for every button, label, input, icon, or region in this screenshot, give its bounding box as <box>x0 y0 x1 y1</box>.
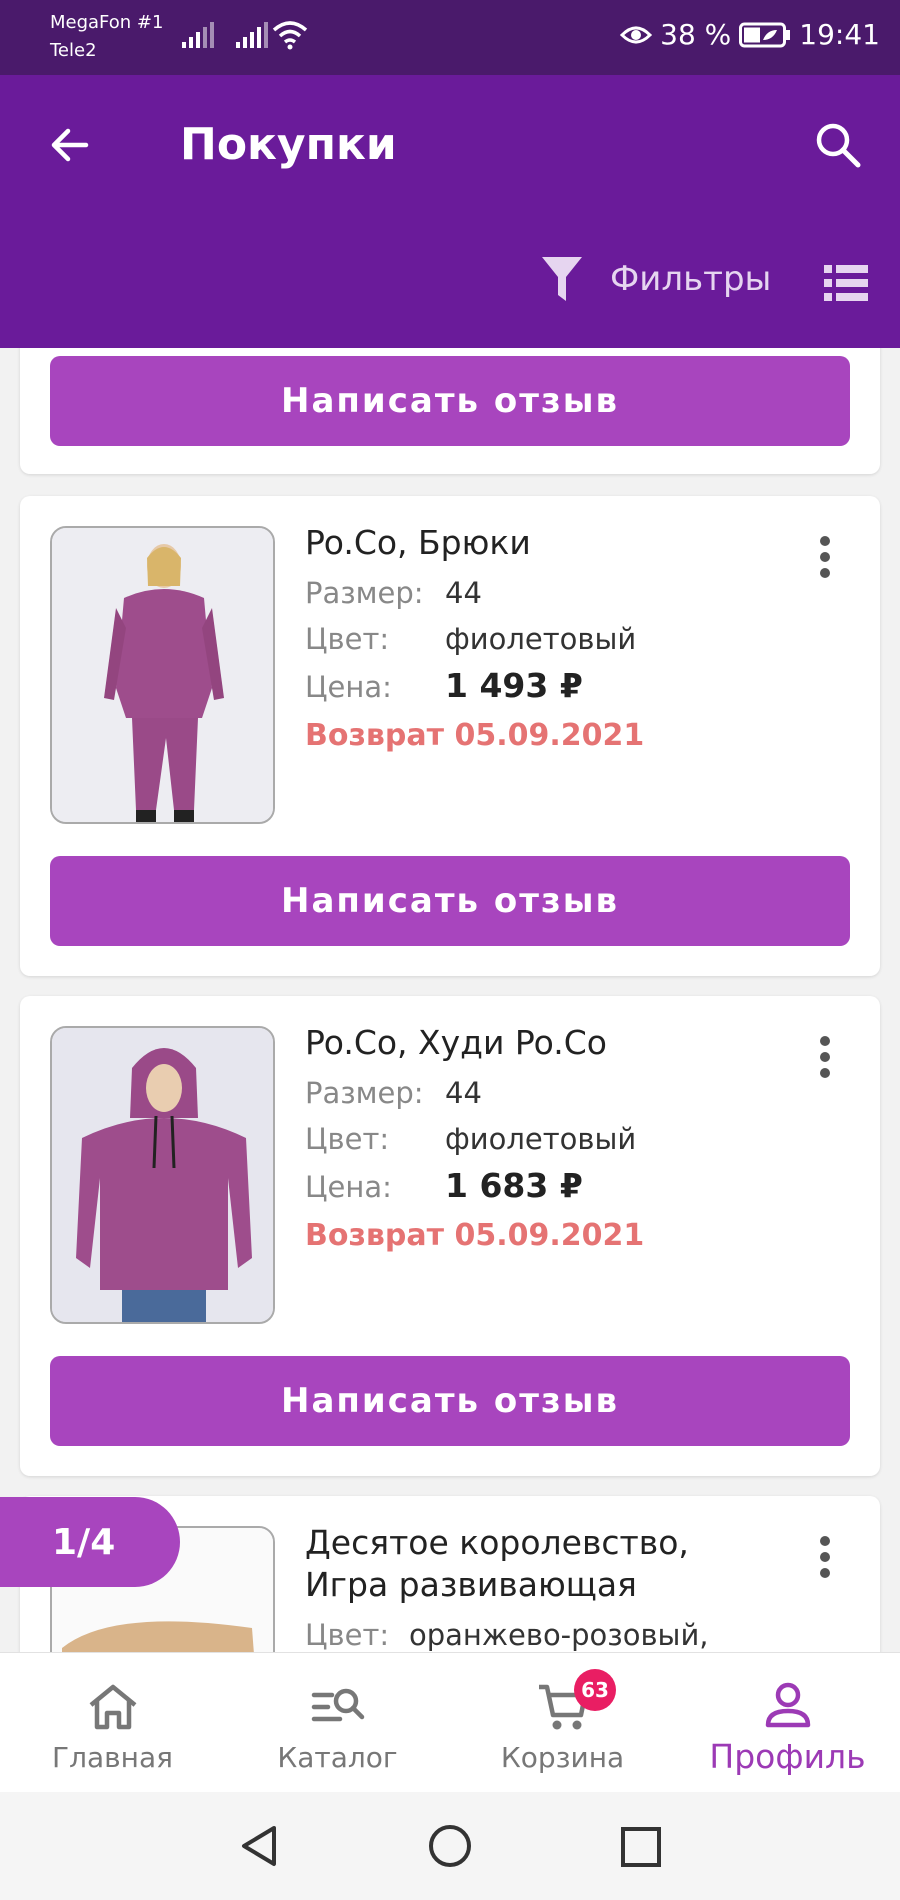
battery-icon <box>739 22 791 47</box>
return-date: Возврат 05.09.2021 <box>305 718 645 753</box>
size-value: 44 <box>445 1076 482 1110</box>
color-row: Цвет: фиолетовый <box>305 622 636 656</box>
filters-button[interactable]: Фильтры <box>540 255 771 303</box>
price-value: 1 683 ₽ <box>445 1166 583 1205</box>
nav-home-label: Главная <box>52 1741 173 1774</box>
price-row: Цена: 1 493 ₽ <box>305 666 583 705</box>
eye-icon <box>620 26 653 43</box>
filter-icon <box>542 257 582 301</box>
hoodie-photo <box>52 1028 273 1322</box>
color-row: Цвет: фиолетовый <box>305 1122 636 1156</box>
product-title[interactable]: Po.Co, Брюки <box>305 522 531 564</box>
system-home-icon[interactable] <box>428 1824 472 1868</box>
signal-icon <box>182 22 214 48</box>
list-view-icon[interactable] <box>824 263 868 303</box>
color-value: фиолетовый <box>445 1122 637 1156</box>
purchase-card: Написать отзыв <box>20 348 880 474</box>
color-value: фиолетовый <box>445 622 637 656</box>
color-label: Цвет: <box>305 622 390 656</box>
nav-catalog[interactable]: Каталог <box>225 1653 450 1793</box>
color-value: оранжево-розовый, <box>409 1618 709 1652</box>
price-label: Цена: <box>305 670 392 704</box>
battery-percent: 38 % <box>660 18 732 51</box>
write-review-button[interactable]: Написать отзыв <box>50 1356 850 1446</box>
price-row: Цена: 1 683 ₽ <box>305 1166 583 1205</box>
cart-count-badge: 63 <box>574 1669 616 1711</box>
back-arrow-icon[interactable] <box>46 121 94 169</box>
pants-photo <box>52 528 273 822</box>
more-options-icon[interactable] <box>818 536 832 578</box>
catalog-search-icon <box>311 1688 365 1722</box>
size-row: Размер: 44 <box>305 576 482 610</box>
page-title: Покупки <box>180 119 397 170</box>
search-icon[interactable] <box>812 119 864 171</box>
profile-icon <box>765 1682 811 1728</box>
color-row: Цвет: оранжево-розовый, <box>305 1618 709 1652</box>
nav-profile[interactable]: Профиль <box>675 1653 900 1793</box>
carrier-2: Tele2 <box>50 40 97 61</box>
product-title-line-1: Десятое королевство, <box>305 1523 689 1562</box>
page-indicator: 1/4 <box>0 1497 180 1587</box>
size-label: Размер: <box>305 1076 424 1110</box>
nav-catalog-label: Каталог <box>277 1741 398 1774</box>
signal-icon-2 <box>236 22 268 48</box>
system-navigation-bar <box>0 1792 900 1900</box>
price-value: 1 493 ₽ <box>445 666 583 705</box>
nav-profile-label: Профиль <box>709 1737 866 1776</box>
status-bar: MegaFon #1 Tele2 38 % 19:41 <box>0 0 900 75</box>
product-title-line-2: Игра развивающая <box>305 1565 637 1604</box>
purchase-card[interactable]: Po.Co, Худи Po.Co Размер: 44 Цвет: фиолето… <box>20 996 880 1476</box>
product-title[interactable]: Десятое королевство, Игра развивающая <box>305 1522 689 1606</box>
filters-label: Фильтры <box>610 259 772 299</box>
product-image[interactable] <box>50 1026 275 1324</box>
size-row: Размер: 44 <box>305 1076 482 1110</box>
purchase-card[interactable]: Po.Co, Брюки Размер: 44 Цвет: фиолетовый Ц… <box>20 496 880 976</box>
system-recents-icon[interactable] <box>620 1826 662 1868</box>
carrier-1: MegaFon #1 <box>50 12 164 33</box>
price-label: Цена: <box>305 1170 392 1204</box>
system-back-icon[interactable] <box>238 1824 280 1868</box>
nav-home[interactable]: Главная <box>0 1653 225 1793</box>
write-review-button[interactable]: Написать отзыв <box>50 356 850 446</box>
color-label: Цвет: <box>305 1618 390 1652</box>
bottom-navigation: Главная Каталог Корзина 63 Профиль <box>0 1652 900 1792</box>
size-value: 44 <box>445 576 482 610</box>
clock: 19:41 <box>799 18 880 51</box>
nav-cart[interactable]: Корзина <box>450 1653 675 1793</box>
nav-cart-label: Корзина <box>500 1741 625 1774</box>
app-bar: Покупки Фильтры <box>0 75 900 348</box>
more-options-icon[interactable] <box>818 1036 832 1078</box>
size-label: Размер: <box>305 576 424 610</box>
color-label: Цвет: <box>305 1122 390 1156</box>
write-review-button[interactable]: Написать отзыв <box>50 856 850 946</box>
product-image[interactable] <box>50 526 275 824</box>
home-icon <box>89 1684 137 1730</box>
product-title[interactable]: Po.Co, Худи Po.Co <box>305 1022 607 1064</box>
more-options-icon[interactable] <box>818 1536 832 1578</box>
return-date: Возврат 05.09.2021 <box>305 1218 645 1253</box>
purchases-list[interactable]: Написать отзыв Po.Co, Брюки Размер: 44 Цв… <box>0 348 900 1652</box>
wifi-icon <box>272 21 308 50</box>
